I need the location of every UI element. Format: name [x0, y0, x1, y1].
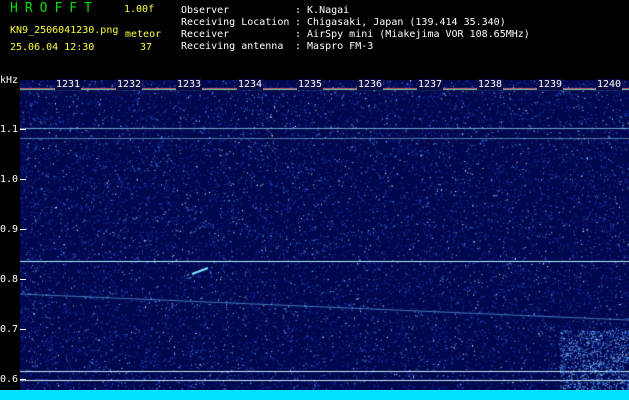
time-mark: 1240	[596, 79, 623, 90]
time-mark: 1236	[357, 79, 384, 90]
time-mark: 1232	[116, 79, 143, 90]
observation-timestamp: 25.06.04 12:30	[10, 42, 95, 53]
meteor-count-value: 37	[140, 42, 153, 53]
freq-tick	[20, 129, 26, 130]
freq-tick-label: 0.7	[0, 324, 19, 335]
time-mark: 1231	[55, 79, 82, 90]
header-panel: HROFFT 1.00f KN9_2506041230.png meteor 2…	[0, 0, 629, 73]
freq-tick	[20, 229, 26, 230]
time-mark: 1235	[297, 79, 324, 90]
observer-value: : K.Nagai	[295, 5, 350, 16]
receiver-value: : AirSpy mini (Miakejima VOR 108.65MHz)	[295, 29, 530, 40]
time-mark: 1237	[417, 79, 444, 90]
frequency-unit-label: kHz	[0, 75, 19, 86]
antenna-label: Receiving antenna	[181, 41, 284, 52]
freq-tick	[20, 179, 26, 180]
freq-tick	[20, 329, 26, 330]
receiver-label: Receiver	[181, 29, 230, 40]
app-version: 1.00f	[124, 4, 155, 15]
freq-tick	[20, 379, 26, 380]
location-label: Receiving Location	[181, 17, 290, 28]
location-value: : Chigasaki, Japan (139.414 35.340)	[295, 17, 506, 28]
time-mark: 1238	[477, 79, 504, 90]
time-mark: 1239	[537, 79, 564, 90]
freq-tick-label: 0.8	[0, 274, 19, 285]
observer-label: Observer	[181, 5, 230, 16]
freq-tick-label: 0.6	[0, 374, 19, 385]
time-mark: 1234	[237, 79, 264, 90]
freq-tick-label: 1.0	[0, 174, 19, 185]
time-mark: 1233	[176, 79, 203, 90]
bottom-intensity-bar	[0, 390, 629, 400]
spectrogram	[20, 80, 629, 392]
spectrogram-canvas	[20, 80, 629, 392]
app-logo: HROFFT	[10, 1, 99, 16]
antenna-value: : Maspro FM-3	[295, 41, 374, 52]
meteor-count-label: meteor	[125, 29, 162, 40]
freq-tick-label: 0.9	[0, 224, 19, 235]
freq-tick-label: 1.1	[0, 124, 19, 135]
freq-tick	[20, 279, 26, 280]
image-filename: KN9_2506041230.png	[10, 25, 119, 36]
